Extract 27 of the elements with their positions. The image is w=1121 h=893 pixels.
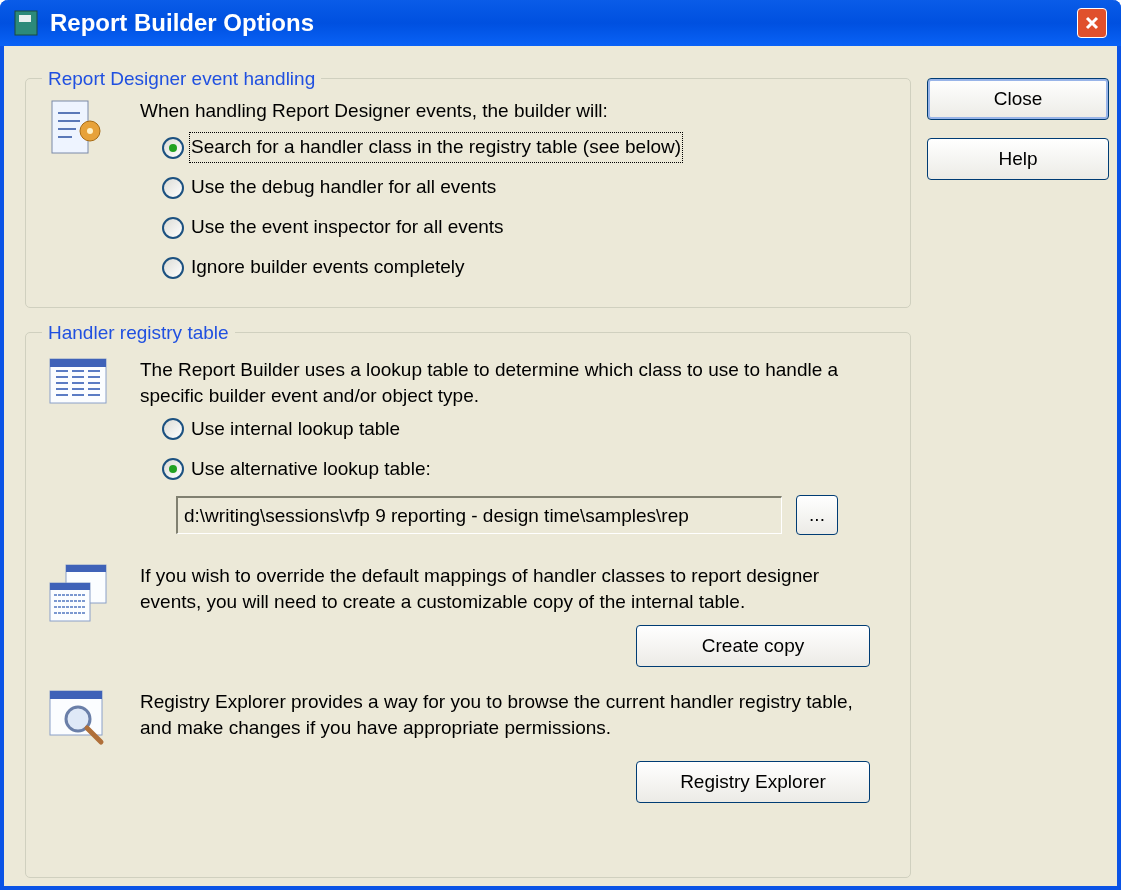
window-title: Report Builder Options — [50, 8, 315, 38]
table-icon — [48, 357, 110, 407]
radio-label[interactable]: Use internal lookup table — [190, 414, 402, 444]
prompt-text: When handling Report Designer events, the builder will: — [140, 99, 609, 123]
description-text: The Report Builder uses a lookup table to determine which class to use to handle a specific builder event and/or object type. — [140, 358, 840, 408]
radio-label[interactable]: Use alternative lookup table: — [190, 454, 432, 484]
window-icon — [14, 10, 38, 36]
dialog-button[interactable]: Registry Explorer — [636, 761, 870, 803]
radio-label[interactable]: Use the debug handler for all events — [190, 173, 498, 202]
radio-label[interactable]: Search for a handler class in the registry table (see below) — [190, 133, 683, 162]
close-icon — [1084, 15, 1100, 31]
radio-label[interactable]: Use the event inspector for all events — [190, 213, 505, 242]
radio-label[interactable]: Ignore builder events completely — [190, 253, 466, 282]
radio-button[interactable] — [162, 418, 184, 440]
radio-button[interactable] — [162, 256, 184, 279]
radio-button[interactable] — [162, 176, 184, 199]
close-button[interactable] — [1077, 8, 1107, 38]
copy-description: If you wish to override the default mappings of handler classes to report designer events, you will need to create a customizable copy of the internal table. — [140, 564, 821, 614]
path-field[interactable]: d:\writing\sessions\vfp 9 reporting - design time\samples\rep — [176, 496, 782, 534]
browse-button[interactable]: ... — [796, 495, 838, 535]
dialog-button[interactable]: Help — [927, 138, 1109, 180]
dialog-button[interactable]: Close — [927, 78, 1109, 120]
radio-button[interactable] — [162, 216, 184, 239]
dialog-button[interactable]: Create copy — [636, 625, 870, 667]
explorer-description: Registry Explorer provides a way for you to browse the current handler registry table, and make changes if you have appropriate permissions. — [140, 690, 854, 740]
radio-button[interactable] — [162, 458, 184, 480]
radio-button[interactable] — [162, 136, 184, 159]
